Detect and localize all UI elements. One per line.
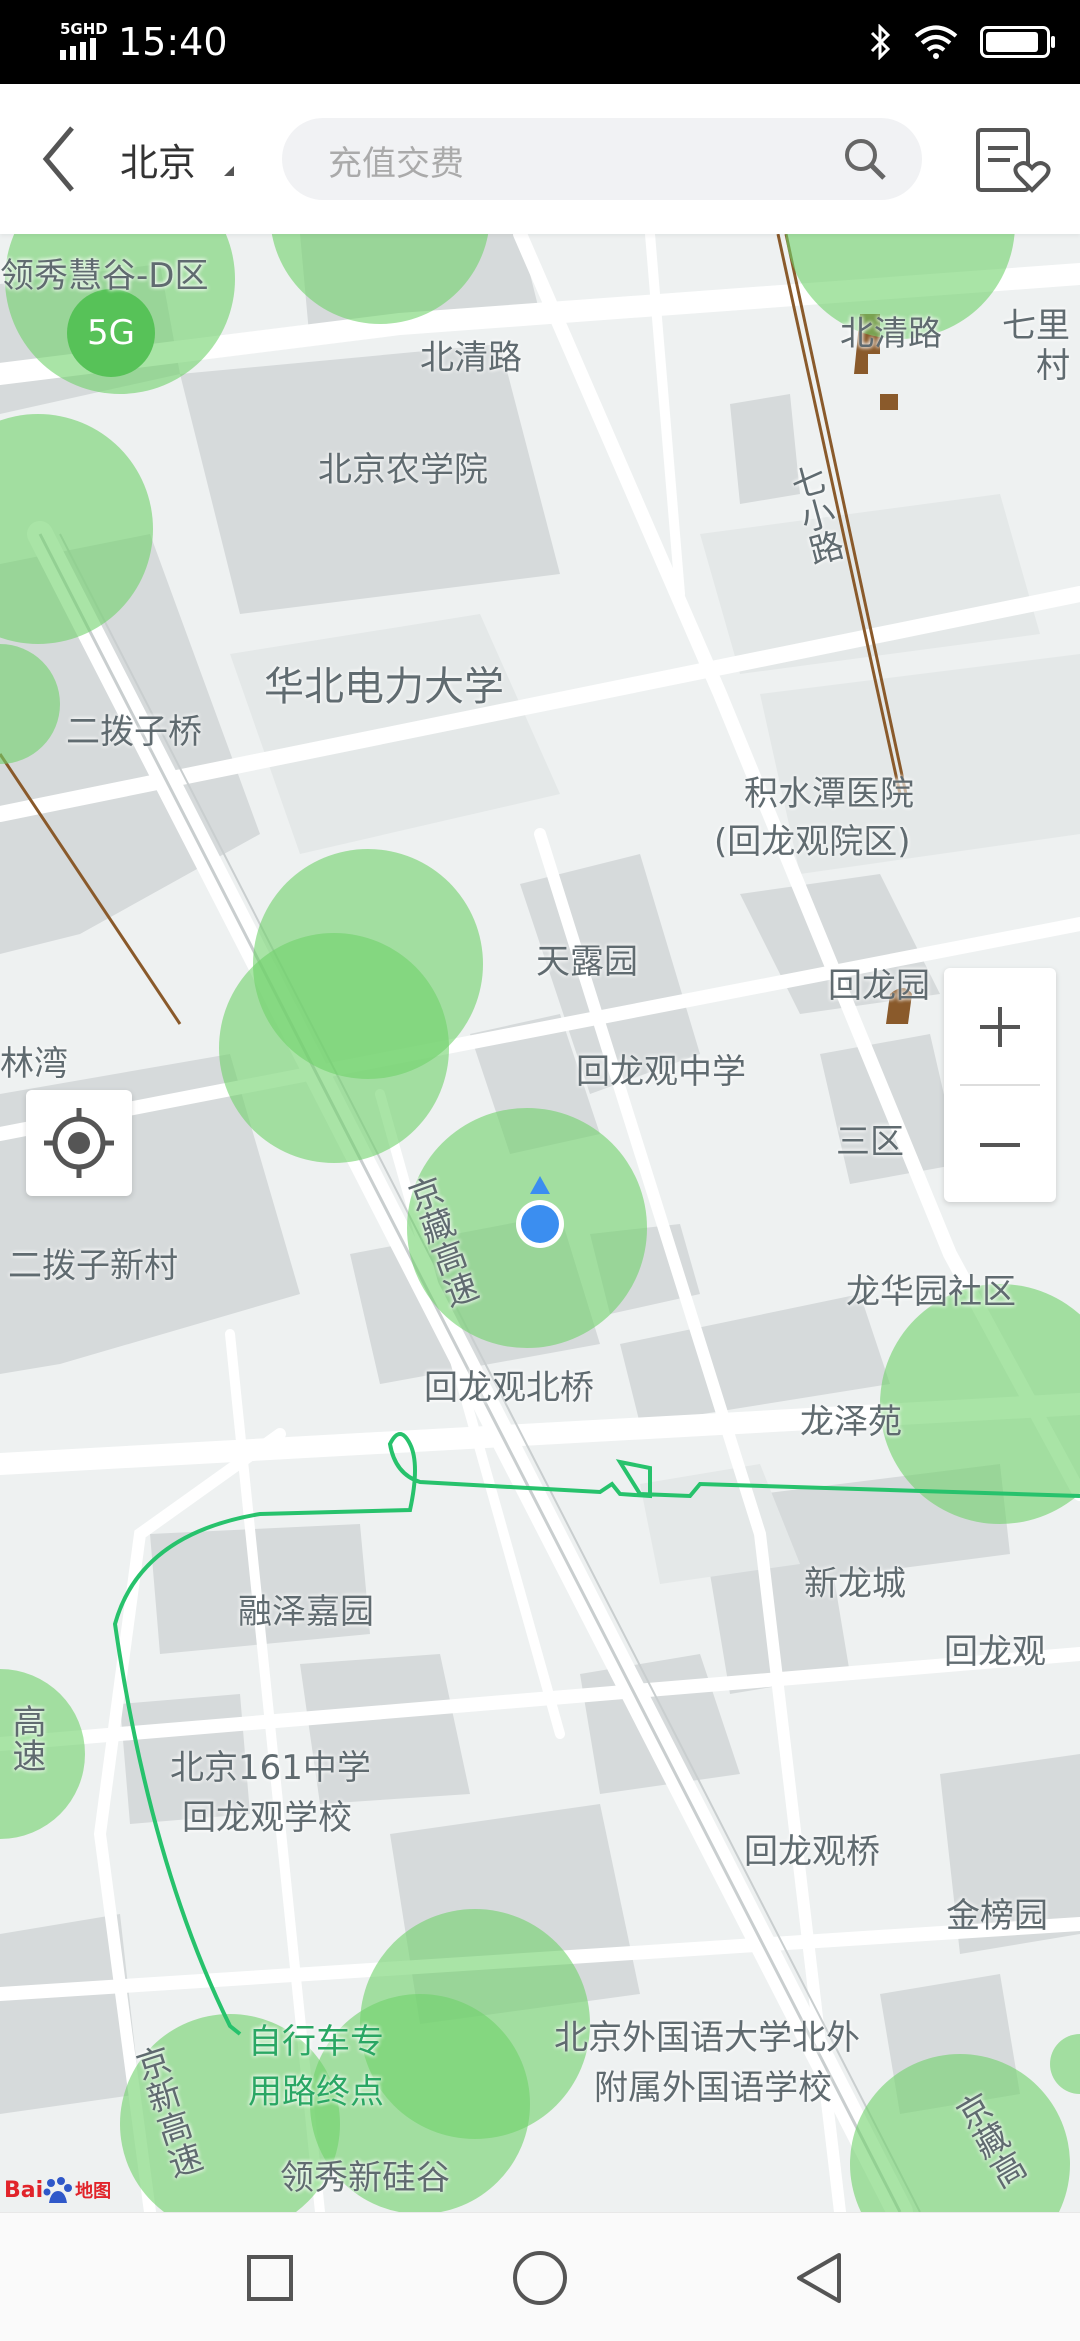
bluetooth-icon [870, 24, 891, 60]
back-icon[interactable] [785, 2243, 855, 2313]
map-label: 附属外国语学校 [594, 2068, 832, 2108]
map-label: 回龙观桥 [744, 1832, 880, 1872]
map-label: 北清路 [420, 338, 522, 378]
5g-badge: 5G [67, 289, 155, 377]
map-label: 回龙观 [944, 1632, 1046, 1672]
search-placeholder: 充值交费 [328, 144, 464, 184]
map-label: 北京农学院 [318, 450, 488, 490]
map-label: 北清路 [840, 314, 942, 354]
map-label: 领秀新硅谷 [280, 2158, 450, 2198]
battery-icon [980, 26, 1055, 58]
city-dropdown-caret-icon[interactable] [224, 166, 234, 176]
map-label: 高速 [6, 1704, 46, 1772]
recent-apps-icon[interactable] [235, 2243, 305, 2313]
zoom-in-button[interactable] [944, 968, 1056, 1084]
map-label: 积水潭医院 [744, 774, 914, 814]
map-label: 二拨子桥 [66, 712, 202, 752]
map-label: 二拨子新村 [8, 1246, 178, 1286]
back-arrow-icon[interactable] [38, 122, 82, 196]
search-bar[interactable]: 充值交费 [282, 118, 922, 200]
map-label: 华北电力大学 [264, 664, 504, 710]
map-label: 龙泽苑 [800, 1402, 902, 1442]
bike-path-end-label: 用路终点 [248, 2072, 384, 2112]
network-tag: 5GHD [60, 20, 108, 38]
home-icon[interactable] [505, 2243, 575, 2313]
map-label: 北京161中学 [170, 1748, 371, 1788]
zoom-out-button[interactable] [944, 1086, 1056, 1202]
map-label: 林湾 [0, 1044, 68, 1084]
map-label: 回龙观中学 [576, 1052, 746, 1092]
crosshair-icon [44, 1108, 114, 1178]
map-label: 新龙城 [804, 1564, 906, 1604]
map-label: 龙华园社区 [846, 1272, 1016, 1312]
city-selector[interactable]: 北京 [120, 132, 196, 187]
signal-icon: 5GHD [58, 20, 108, 60]
map-label: 融泽嘉园 [238, 1592, 374, 1632]
map-label: 金榜园 [946, 1896, 1048, 1936]
clock: 15:40 [118, 20, 228, 64]
map-label: 三区 [836, 1122, 904, 1162]
locate-me-button[interactable] [26, 1090, 132, 1196]
map-label: 回龙观学校 [182, 1798, 352, 1838]
bike-path-end-label: 自行车专 [248, 2022, 384, 2062]
baidu-map-logo: Bai 地图 [4, 2177, 112, 2203]
map-label: 回龙园 [828, 966, 930, 1006]
status-bar: 5GHD 15:40 [0, 0, 1080, 84]
map-label: 回龙观北桥 [424, 1368, 594, 1408]
top-bar: 北京 充值交费 [0, 84, 1080, 234]
map-view[interactable]: 5G 领秀慧谷-D区 北清路 北清路 七里村 北京农学院 七小路 华北电力大学 … [0, 234, 1080, 2212]
wifi-icon [914, 25, 958, 59]
system-navigation-bar [0, 2212, 1080, 2341]
map-label: (回龙观院区) [714, 822, 911, 862]
search-icon[interactable] [842, 136, 888, 182]
map-label: 七里村 [1002, 306, 1070, 386]
map-label: 领秀慧谷-D区 [0, 256, 209, 296]
zoom-controls [944, 968, 1056, 1202]
map-base [0, 234, 1080, 2212]
favorites-list-icon[interactable] [974, 124, 1052, 196]
map-label: 北京外国语大学北外 [554, 2018, 860, 2058]
map-label: 天露园 [536, 942, 638, 982]
